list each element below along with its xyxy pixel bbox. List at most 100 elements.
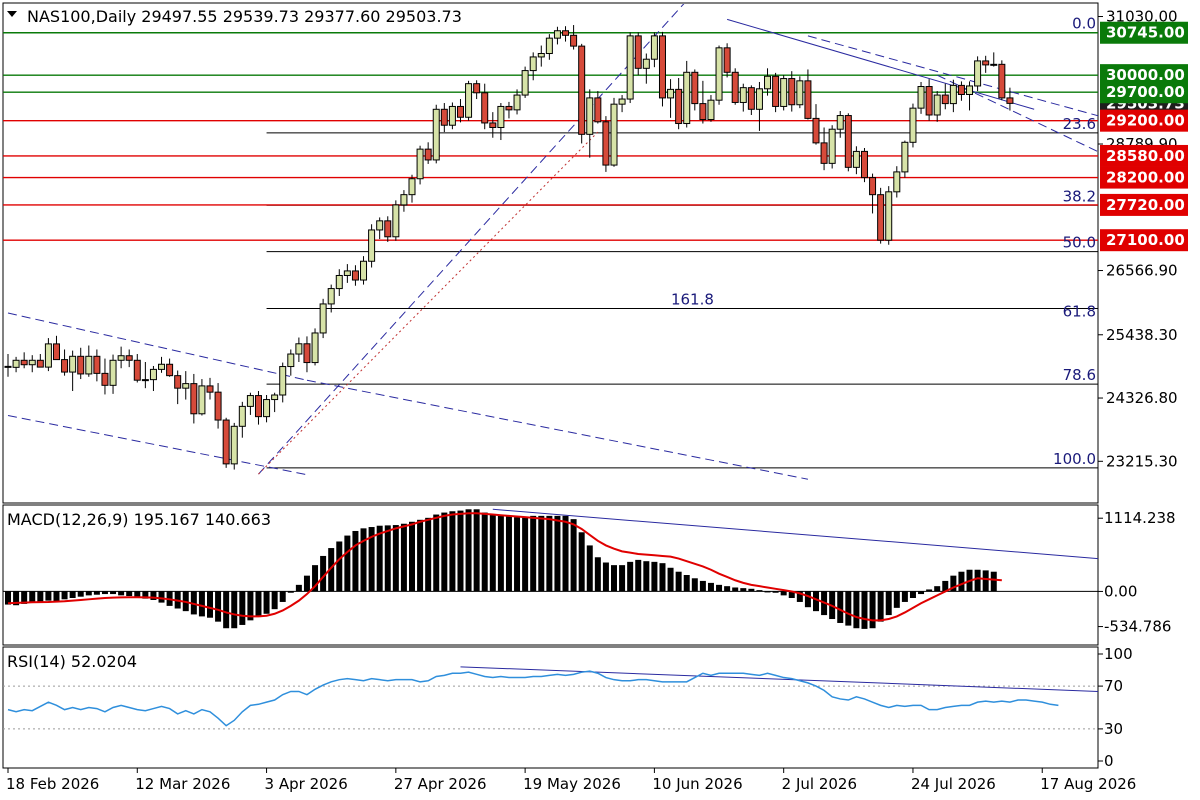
macd-histogram-bar — [974, 569, 981, 592]
candle-body — [133, 359, 141, 381]
candle-body — [311, 332, 319, 364]
candle-body — [545, 37, 553, 55]
macd-histogram-bar — [893, 591, 900, 608]
macd-histogram-bar — [546, 515, 553, 592]
candle-body — [351, 270, 359, 281]
macd-histogram-bar — [425, 517, 432, 592]
candle-body — [618, 98, 626, 105]
time-tick-label: 10 Jun 2026 — [652, 775, 742, 793]
candle-body — [634, 35, 642, 69]
candle-body — [174, 375, 182, 389]
candle-body — [982, 60, 990, 66]
rsi-tick-label: 100 — [1104, 645, 1133, 663]
fib-label-2: 38.2 — [1063, 187, 1096, 205]
time-tick-label: 3 Apr 2026 — [265, 775, 348, 793]
candle-body — [562, 30, 570, 36]
candle-body — [586, 97, 594, 135]
candle-body — [925, 86, 933, 116]
macd-histogram-bar — [909, 591, 916, 598]
macd-histogram-bar — [457, 510, 464, 592]
candle-body — [570, 34, 578, 47]
candle-body — [852, 150, 860, 168]
candle-body — [77, 355, 85, 375]
fib-label-4: 61.8 — [1063, 303, 1096, 321]
candle-body — [529, 56, 537, 72]
candle-body — [949, 84, 957, 105]
price-tick-label: 26566.90 — [1106, 262, 1178, 280]
candle-body — [885, 191, 893, 241]
candle-body — [658, 35, 666, 99]
candle-body — [812, 117, 820, 144]
macd-histogram-bar — [675, 571, 682, 592]
candle-body — [537, 53, 545, 58]
candle-body — [990, 63, 998, 66]
candle-body — [448, 105, 456, 126]
macd-histogram-bar — [651, 561, 658, 592]
fib-label-1: 23.6 — [1063, 115, 1096, 133]
candle-body — [780, 78, 788, 107]
macd-histogram-bar — [724, 586, 731, 592]
macd-histogram-bar — [465, 509, 472, 592]
macd-histogram-bar — [837, 591, 844, 623]
macd-histogram-bar — [780, 591, 787, 596]
candle-body — [489, 122, 497, 129]
candle-body — [4, 365, 12, 368]
candle-body — [933, 94, 941, 116]
candle-body — [739, 87, 747, 103]
macd-histogram-bar — [659, 563, 666, 592]
macd-histogram-bar — [853, 591, 860, 629]
macd-histogram-bar — [45, 591, 52, 601]
candle-body — [303, 343, 311, 364]
candle-body — [747, 87, 755, 110]
candle-body — [28, 359, 36, 366]
macd-histogram-bar — [473, 509, 480, 592]
macd-histogram-bar — [263, 591, 270, 614]
candle-body — [416, 148, 424, 180]
candle-body — [246, 395, 254, 407]
macd-histogram-bar — [635, 559, 642, 592]
candle-body — [772, 75, 780, 107]
macd-histogram-bar — [683, 575, 690, 592]
candle-body — [327, 288, 335, 305]
macd-histogram-bar — [489, 514, 496, 592]
macd-tick-label: 1114.238 — [1104, 509, 1176, 527]
candle-body — [626, 35, 634, 100]
macd-histogram-bar — [982, 570, 989, 592]
candle-body — [683, 71, 691, 125]
candle-body — [384, 220, 392, 238]
macd-histogram-bar — [441, 512, 448, 592]
candle-body — [109, 359, 117, 386]
candle-body — [497, 105, 505, 129]
macd-histogram-bar — [586, 545, 593, 592]
main-header: NAS100,Daily 29497.55 29539.73 29377.60 … — [27, 7, 462, 26]
candle-body — [20, 359, 28, 366]
price-tick-label: 25438.30 — [1106, 326, 1178, 344]
time-tick-label: 19 May 2026 — [523, 775, 621, 793]
candle-body — [715, 47, 723, 101]
candle-body — [691, 71, 699, 105]
time-tick-label: 17 Aug 2026 — [1040, 775, 1136, 793]
candle-body — [610, 103, 618, 166]
price-axis: 31030.0028789.9026566.9025438.3024326.80… — [1098, 8, 1188, 770]
candle-body — [440, 108, 448, 126]
candle-body — [408, 178, 416, 196]
macd-histogram-bar — [934, 586, 941, 592]
level-price-label: 27100.00 — [1106, 231, 1185, 249]
macd-histogram-bar — [522, 516, 529, 592]
candle-body — [513, 94, 521, 111]
macd-histogram-bar — [570, 519, 577, 592]
candle-body — [788, 78, 796, 106]
candle-body — [335, 274, 343, 290]
level-price-label: 28200.00 — [1106, 169, 1185, 187]
candle-body — [667, 88, 675, 99]
macd-histogram-bar — [400, 523, 407, 592]
candle-body — [456, 105, 464, 118]
candle-body — [69, 355, 77, 373]
macd-histogram-bar — [505, 516, 512, 592]
macd-histogram-bar — [223, 591, 230, 629]
trading-chart[interactable]: 0.023.638.250.061.878.6100.0161.8 31030.… — [0, 0, 1200, 800]
macd-histogram-bar — [602, 562, 609, 592]
macd-histogram-bar — [845, 591, 852, 626]
macd-tick-label: 0.00 — [1104, 582, 1137, 600]
macd-histogram-bar — [497, 515, 504, 592]
